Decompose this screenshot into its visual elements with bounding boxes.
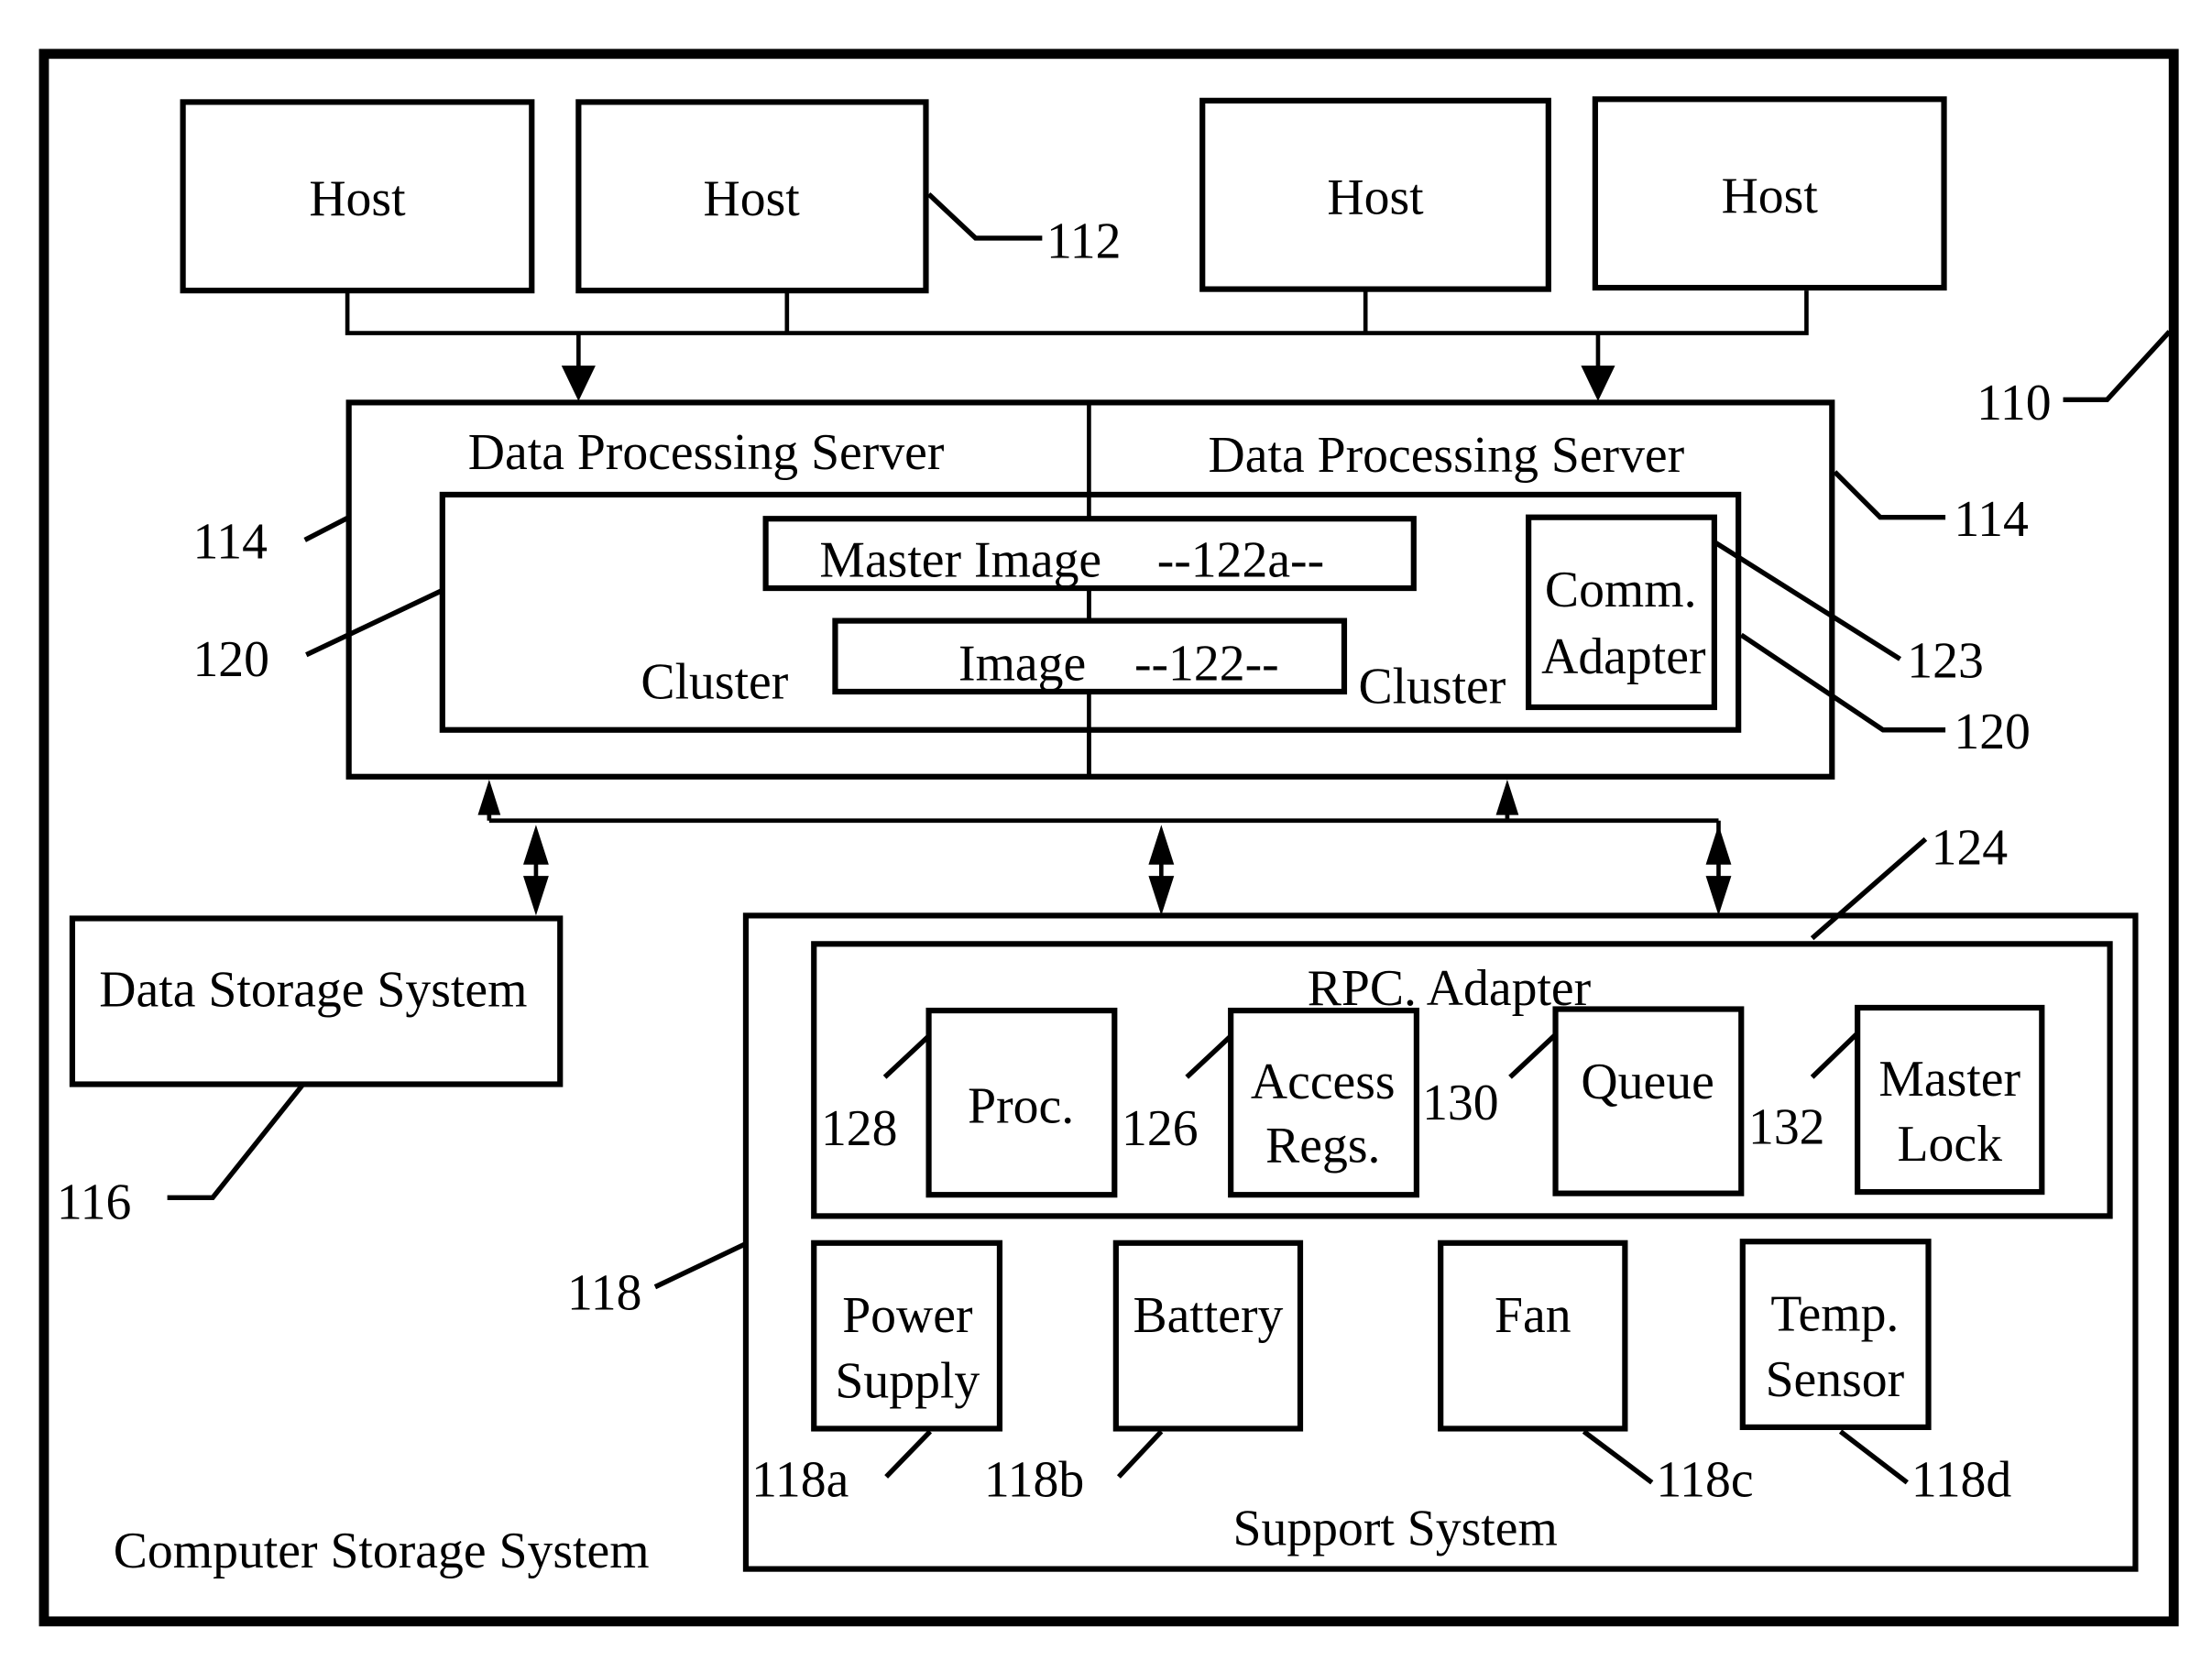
proc-ref-label: 128 bbox=[821, 1100, 898, 1157]
cluster-ref-label-1: 120 bbox=[192, 631, 269, 688]
access-regs-ref-label: 126 bbox=[1122, 1100, 1199, 1157]
power-supply-line2: Supply bbox=[835, 1352, 980, 1409]
server-up-arrow-1 bbox=[477, 779, 501, 815]
system-ref-leader bbox=[2063, 330, 2172, 402]
comm-adapter-line2: Adapter bbox=[1541, 628, 1706, 685]
master-lock-line2: Lock bbox=[1898, 1116, 2003, 1173]
rpc-adapter-ref-label: 124 bbox=[1932, 820, 2009, 877]
support-system-ref-leader bbox=[653, 1241, 746, 1290]
storage-link-arrow-up bbox=[523, 825, 549, 865]
master-lock-line1: Master bbox=[1878, 1051, 2020, 1108]
host-label-3: Host bbox=[1327, 169, 1424, 226]
image-ref: --122-- bbox=[1134, 636, 1279, 693]
access-regs-line2: Regs. bbox=[1265, 1118, 1380, 1174]
server-ref-label-2: 114 bbox=[1954, 491, 2028, 548]
temp-sensor-ref-label: 118d bbox=[1911, 1452, 2011, 1509]
support-link-arrow-2-up bbox=[1705, 825, 1732, 865]
host-to-server-arrow-2 bbox=[1581, 366, 1615, 401]
server-ref-label-1: 114 bbox=[192, 514, 267, 571]
fan-ref-label: 118c bbox=[1656, 1452, 1753, 1509]
queue-ref-label: 130 bbox=[1422, 1075, 1499, 1131]
master-image-ref: --122a-- bbox=[1157, 532, 1324, 589]
support-system-ref-label: 118 bbox=[567, 1265, 641, 1322]
server-label-2: Data Processing Server bbox=[1209, 427, 1685, 484]
comm-adapter-line1: Comm. bbox=[1545, 562, 1697, 618]
master-image-label: Master Image bbox=[819, 532, 1101, 589]
master-lock-ref-label: 132 bbox=[1748, 1098, 1825, 1155]
host-label-2: Host bbox=[704, 170, 801, 227]
data-storage-ref-leader bbox=[167, 1084, 304, 1200]
server-ref-leader-1 bbox=[303, 515, 350, 542]
comm-adapter-ref-label: 123 bbox=[1907, 633, 1984, 690]
power-supply-ref-label: 118a bbox=[751, 1452, 849, 1509]
battery-ref-label: 118b bbox=[984, 1452, 1084, 1509]
cluster-label-2: Cluster bbox=[1358, 658, 1506, 715]
data-storage-system-label: Data Storage System bbox=[99, 961, 527, 1018]
fan-label: Fan bbox=[1495, 1287, 1571, 1344]
host-label-1: Host bbox=[309, 170, 406, 227]
support-link-arrow-2-down bbox=[1705, 876, 1732, 916]
server-ref-leader-2 bbox=[1833, 470, 1946, 520]
queue-label: Queue bbox=[1581, 1054, 1714, 1110]
battery-label: Battery bbox=[1133, 1287, 1283, 1344]
image-label: Image bbox=[958, 636, 1086, 693]
support-link-arrow-1-up bbox=[1148, 825, 1175, 865]
computer-storage-system-diagram: Computer Storage System 110 Host Host Ho… bbox=[38, 49, 2179, 1627]
cluster-label-1: Cluster bbox=[641, 654, 788, 711]
power-supply-line1: Power bbox=[842, 1287, 973, 1344]
system-ref-label: 110 bbox=[1977, 375, 2051, 431]
host-label-4: Host bbox=[1722, 168, 1819, 224]
host-to-server-arrow-1 bbox=[561, 366, 596, 401]
proc-label: Proc. bbox=[968, 1077, 1074, 1134]
server-up-arrow-2 bbox=[1495, 779, 1519, 815]
support-system-label: Support System bbox=[1233, 1500, 1558, 1556]
computer-storage-system-label: Computer Storage System bbox=[114, 1523, 650, 1579]
server-label-1: Data Processing Server bbox=[468, 424, 945, 481]
temp-sensor-line2: Sensor bbox=[1766, 1351, 1905, 1408]
data-storage-ref-label: 116 bbox=[57, 1174, 131, 1230]
hosts-ref-leader bbox=[926, 191, 1043, 241]
hosts-ref-label: 112 bbox=[1046, 213, 1121, 270]
temp-sensor-line1: Temp. bbox=[1770, 1286, 1899, 1343]
host-bus-line bbox=[345, 290, 1809, 335]
support-link-arrow-1-down bbox=[1148, 876, 1175, 916]
access-regs-line1: Access bbox=[1251, 1054, 1396, 1110]
storage-link-arrow-down bbox=[523, 876, 549, 916]
cluster-ref-label-2: 120 bbox=[1954, 704, 2031, 760]
